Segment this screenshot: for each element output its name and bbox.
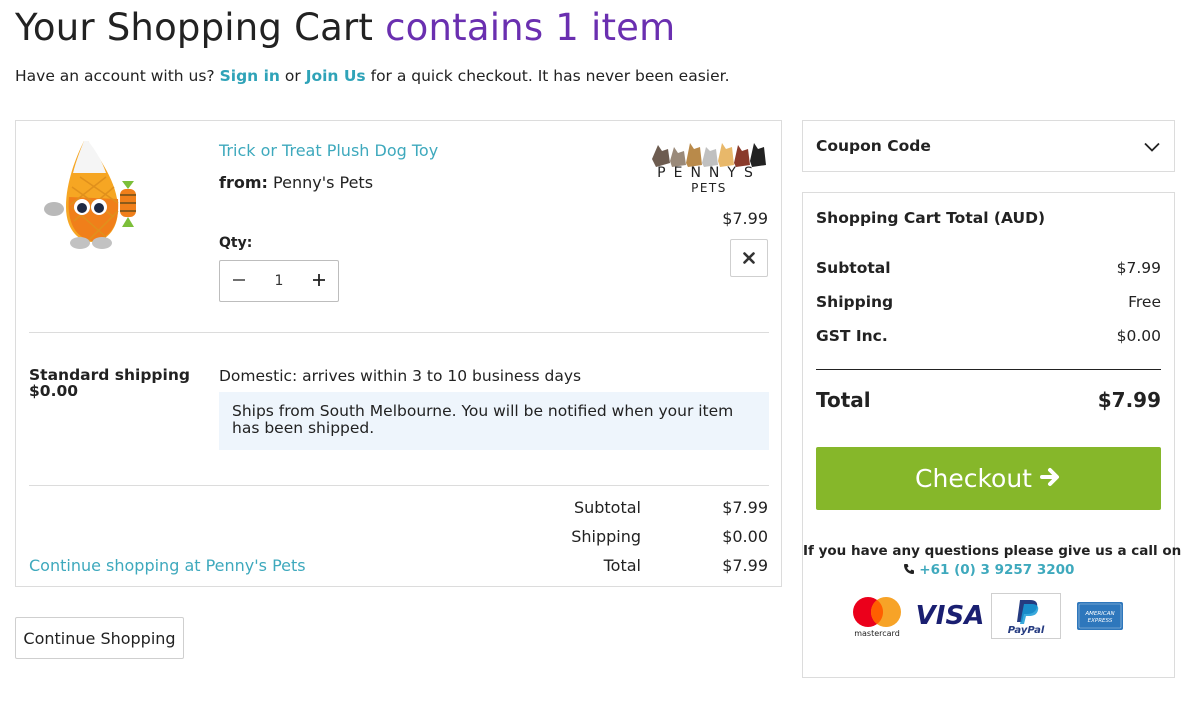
- phone-icon: [903, 562, 920, 578]
- decrease-qty-button[interactable]: [228, 270, 250, 292]
- phone-line: +61 (0) 3 9257 3200: [803, 562, 1174, 578]
- account-prompt: Have an account with us? Sign in or Join…: [15, 67, 730, 85]
- shipping-value: Free: [1128, 293, 1161, 311]
- subtotal-value: $7.99: [1116, 259, 1161, 277]
- mastercard-logo: mastercard: [847, 593, 907, 639]
- seller-subtotal-value: $7.99: [722, 498, 768, 517]
- close-icon: [743, 249, 755, 268]
- shipping-label: Shipping: [816, 293, 894, 311]
- seller-total-label: Total: [603, 556, 641, 575]
- account-prompt-suffix: for a quick checkout. It has never been …: [370, 67, 730, 85]
- checkout-button[interactable]: Checkout: [816, 447, 1161, 510]
- total-label: Total: [816, 388, 871, 412]
- seller-name: Penny's Pets: [273, 173, 374, 192]
- coupon-code-toggle[interactable]: Coupon Code: [802, 120, 1175, 172]
- amex-logo: AMERICAN EXPRESS: [1075, 593, 1125, 639]
- chevron-down-icon: [1144, 137, 1160, 156]
- coupon-code-label: Coupon Code: [816, 137, 931, 155]
- divider: [29, 485, 769, 486]
- page-title: Your Shopping Cart contains 1 item: [15, 6, 675, 49]
- from-label: from:: [219, 173, 268, 192]
- remove-item-button[interactable]: [730, 239, 768, 277]
- subtotal-label: Subtotal: [816, 259, 891, 277]
- cart-item-panel: Trick or Treat Plush Dog Toy from: Penny…: [15, 120, 782, 587]
- shipping-note: Ships from South Melbourne. You will be …: [219, 392, 769, 450]
- quantity-stepper: 1: [219, 260, 339, 302]
- totals-title: Shopping Cart Total (AUD): [816, 209, 1046, 227]
- visa-logo: VISA: [915, 593, 985, 639]
- divider: [29, 332, 769, 333]
- qty-label: Qty:: [219, 235, 253, 251]
- gst-value: $0.00: [1116, 327, 1161, 345]
- minus-icon: [232, 272, 246, 291]
- product-name-link[interactable]: Trick or Treat Plush Dog Toy: [219, 141, 438, 160]
- visa-text: VISA: [916, 601, 985, 631]
- shipping-method: Standard shipping $0.00: [29, 367, 190, 399]
- total-value: $7.99: [1097, 388, 1161, 412]
- brand-logo: PENNYS PETS: [648, 137, 770, 195]
- shipping-method-name: Standard shipping: [29, 366, 190, 384]
- amex-text-line2: EXPRESS: [1088, 618, 1113, 624]
- seller-subtotal-label: Subtotal: [573, 498, 641, 517]
- paypal-text: PayPal: [1008, 625, 1045, 636]
- brand-logo-sub: PETS: [691, 181, 727, 195]
- paypal-logo: PayPal: [991, 593, 1061, 639]
- continue-shopping-button[interactable]: Continue Shopping: [15, 617, 184, 659]
- continue-shopping-seller-link[interactable]: Continue shopping at Penny's Pets: [29, 556, 306, 575]
- increase-qty-button[interactable]: [308, 270, 330, 292]
- cart-totals-panel: Shopping Cart Total (AUD) Subtotal $7.99…: [802, 192, 1182, 678]
- divider: [816, 369, 1161, 370]
- gst-label: GST Inc.: [816, 327, 888, 345]
- seller-shipping-label: Shipping: [571, 527, 641, 546]
- help-text: If you have any questions please give us…: [803, 543, 1182, 559]
- seller-total-value: $7.99: [722, 556, 768, 575]
- arrow-right-icon: [1039, 464, 1062, 493]
- checkout-label: Checkout: [915, 464, 1032, 493]
- product-image[interactable]: [36, 137, 146, 252]
- plus-icon: [312, 272, 326, 291]
- sign-in-link[interactable]: Sign in: [220, 67, 280, 85]
- brand-logo-text: PENNYS: [657, 165, 761, 181]
- seller-shipping-value: $0.00: [722, 527, 768, 546]
- phone-number-link[interactable]: +61 (0) 3 9257 3200: [919, 562, 1074, 578]
- shipping-description: Domestic: arrives within 3 to 10 busines…: [219, 367, 582, 385]
- account-prompt-prefix: Have an account with us?: [15, 67, 215, 85]
- mastercard-text: mastercard: [854, 629, 900, 638]
- join-us-link[interactable]: Join Us: [306, 67, 366, 85]
- page-title-main: Your Shopping Cart: [15, 6, 374, 49]
- payment-methods: mastercard VISA PayPal AMERICAN EXPRESS: [847, 593, 1137, 639]
- quantity-input[interactable]: 1: [275, 273, 284, 289]
- amex-text-line1: AMERICAN: [1084, 611, 1114, 617]
- item-price: $7.99: [722, 209, 768, 228]
- page-title-accent: contains 1 item: [385, 6, 676, 49]
- account-prompt-or: or: [284, 67, 301, 85]
- product-seller: from: Penny's Pets: [219, 173, 373, 192]
- shipping-method-cost: $0.00: [29, 382, 79, 400]
